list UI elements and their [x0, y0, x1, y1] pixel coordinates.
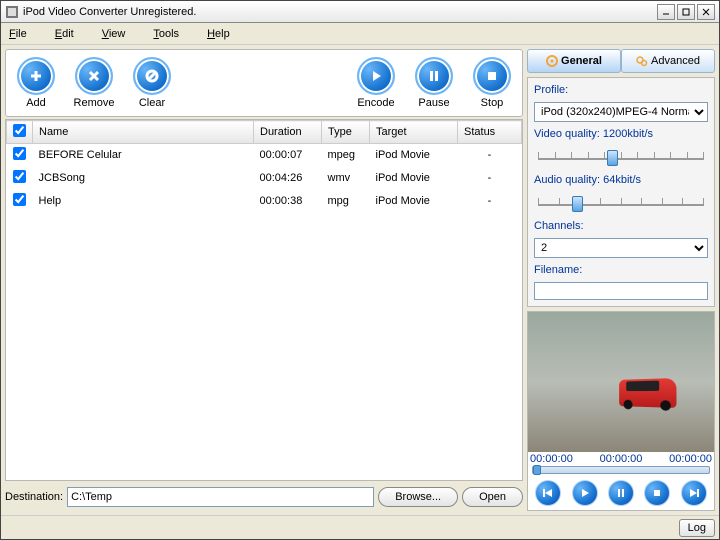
row-checkbox[interactable] — [13, 170, 26, 183]
window-title: iPod Video Converter Unregistered. — [23, 6, 657, 18]
time-current: 00:00:00 — [600, 453, 643, 465]
tab-advanced[interactable]: Advanced — [621, 49, 715, 73]
cell-status: - — [458, 190, 522, 213]
menu-file[interactable]: File — [9, 28, 27, 40]
menu-help[interactable]: Help — [207, 28, 230, 40]
cell-name: BEFORE Celular — [33, 144, 254, 167]
col-type[interactable]: Type — [322, 121, 370, 144]
col-name[interactable]: Name — [33, 121, 254, 144]
destination-row: Destination: Browse... Open — [5, 483, 523, 511]
toolbar: Add Remove Clear Encode Pause Stop — [5, 49, 523, 117]
table-row[interactable]: Help 00:00:38 mpg iPod Movie - — [7, 190, 522, 213]
video-quality-slider[interactable] — [534, 146, 708, 168]
table-row[interactable]: BEFORE Celular 00:00:07 mpeg iPod Movie … — [7, 144, 522, 167]
col-status[interactable]: Status — [458, 121, 522, 144]
channels-label: Channels: — [534, 220, 708, 232]
filename-label: Filename: — [534, 264, 708, 276]
cell-name: JCBSong — [33, 167, 254, 190]
col-duration[interactable]: Duration — [254, 121, 322, 144]
gear-icon — [546, 55, 558, 67]
cell-target: iPod Movie — [370, 144, 458, 167]
log-button[interactable]: Log — [679, 519, 715, 537]
tab-general[interactable]: General — [527, 49, 621, 73]
profile-label: Profile: — [534, 84, 708, 96]
add-button[interactable]: Add — [12, 57, 60, 109]
cell-target: iPod Movie — [370, 167, 458, 190]
preview-image — [528, 312, 714, 452]
cell-target: iPod Movie — [370, 190, 458, 213]
video-quality-label: Video quality: 1200kbit/s — [534, 128, 708, 140]
play-button[interactable] — [572, 480, 598, 506]
preview-panel: 00:00:00 00:00:00 00:00:00 — [527, 311, 715, 511]
destination-input[interactable] — [67, 487, 374, 507]
cell-type: mpg — [322, 190, 370, 213]
pause-button[interactable]: Pause — [410, 57, 458, 109]
cell-type: wmv — [322, 167, 370, 190]
gears-icon — [636, 55, 648, 67]
stop-preview-button[interactable] — [644, 480, 670, 506]
menu-edit[interactable]: Edit — [55, 28, 74, 40]
app-icon — [5, 5, 19, 19]
cell-status: - — [458, 144, 522, 167]
audio-quality-label: Audio quality: 64kbit/s — [534, 174, 708, 186]
row-checkbox[interactable] — [13, 193, 26, 206]
browse-button[interactable]: Browse... — [378, 487, 458, 507]
minimize-button[interactable] — [657, 4, 675, 20]
filename-input[interactable] — [534, 282, 708, 300]
properties-panel: Profile: iPod (320x240)MPEG-4 Normal (*.… — [527, 77, 715, 307]
statusbar: Log — [1, 515, 719, 539]
pause-preview-button[interactable] — [608, 480, 634, 506]
open-button[interactable]: Open — [462, 487, 523, 507]
cell-name: Help — [33, 190, 254, 213]
menubar: File Edit View Tools Help — [1, 23, 719, 45]
menu-tools[interactable]: Tools — [153, 28, 179, 40]
cell-duration: 00:00:07 — [254, 144, 322, 167]
prev-button[interactable] — [535, 480, 561, 506]
channels-select[interactable]: 2 — [534, 238, 708, 258]
close-button[interactable] — [697, 4, 715, 20]
profile-select[interactable]: iPod (320x240)MPEG-4 Normal (*. — [534, 102, 708, 122]
menu-view[interactable]: View — [102, 28, 126, 40]
time-start: 00:00:00 — [530, 453, 573, 465]
cell-type: mpeg — [322, 144, 370, 167]
cell-duration: 00:04:26 — [254, 167, 322, 190]
col-check[interactable] — [7, 121, 33, 144]
remove-button[interactable]: Remove — [70, 57, 118, 109]
stop-button[interactable]: Stop — [468, 57, 516, 109]
seek-bar[interactable] — [532, 466, 710, 474]
col-target[interactable]: Target — [370, 121, 458, 144]
clear-button[interactable]: Clear — [128, 57, 176, 109]
table-row[interactable]: JCBSong 00:04:26 wmv iPod Movie - — [7, 167, 522, 190]
file-list: Name Duration Type Target Status BEFORE … — [5, 119, 523, 481]
cell-status: - — [458, 167, 522, 190]
maximize-button[interactable] — [677, 4, 695, 20]
titlebar: iPod Video Converter Unregistered. — [1, 1, 719, 23]
row-checkbox[interactable] — [13, 147, 26, 160]
destination-label: Destination: — [5, 491, 63, 503]
encode-button[interactable]: Encode — [352, 57, 400, 109]
time-end: 00:00:00 — [669, 453, 712, 465]
audio-quality-slider[interactable] — [534, 192, 708, 214]
cell-duration: 00:00:38 — [254, 190, 322, 213]
next-button[interactable] — [681, 480, 707, 506]
